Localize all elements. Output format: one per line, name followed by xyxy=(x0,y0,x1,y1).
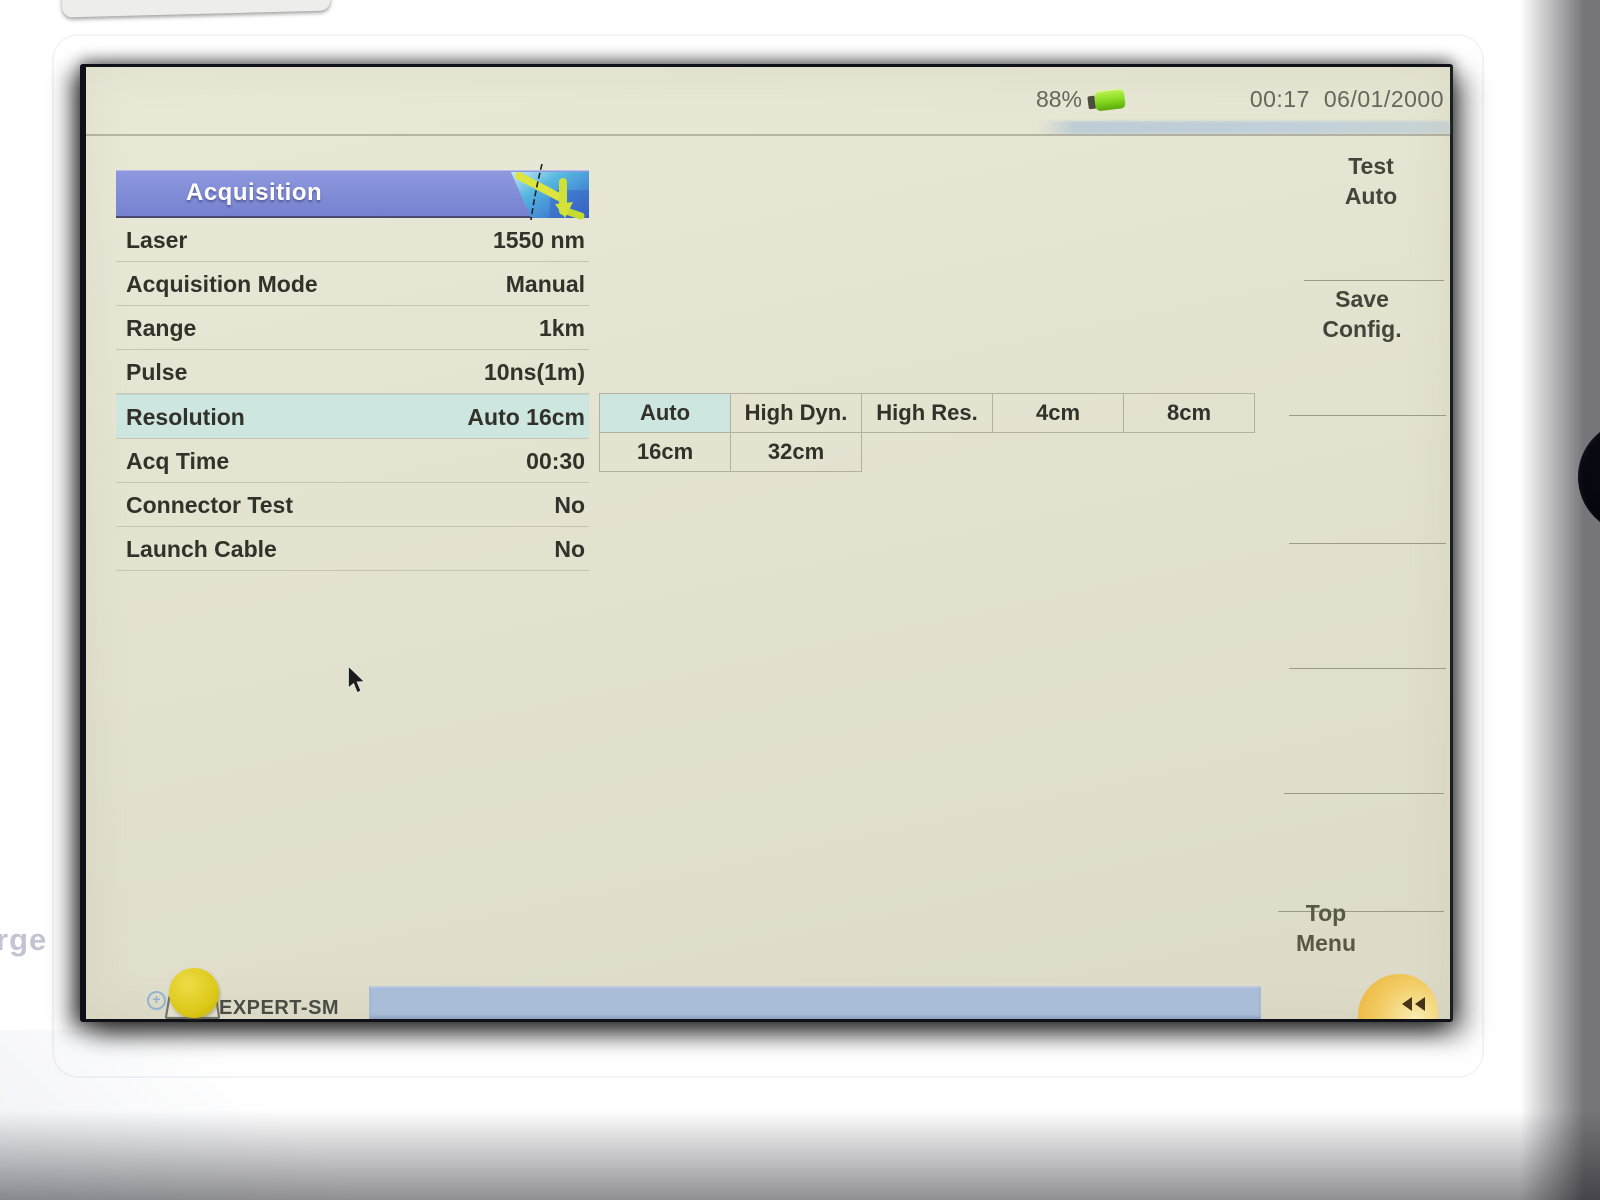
setting-label: Range xyxy=(126,315,197,341)
setting-label: Pulse xyxy=(126,359,188,385)
setting-label: Launch Cable xyxy=(126,536,277,562)
softkey-divider xyxy=(1284,793,1444,794)
taskbar-progress-strip xyxy=(369,986,1261,1019)
setting-value: 10ns(1m) xyxy=(484,359,585,385)
setting-value: 1550 nm xyxy=(492,227,585,253)
setting-value: 1km xyxy=(538,315,585,341)
time-text: 00:17 xyxy=(1249,86,1310,112)
resolution-options: Auto High Dyn. High Res. 4cm 8cm 16cm 32… xyxy=(599,393,1255,472)
softkey-divider xyxy=(1289,668,1446,669)
option-4cm[interactable]: 4cm xyxy=(992,393,1124,433)
option-8cm[interactable]: 8cm xyxy=(1123,393,1255,433)
option-16cm[interactable]: 16cm xyxy=(599,432,731,472)
softkey-line: Top xyxy=(1305,900,1347,926)
softkey-line: Save xyxy=(1335,286,1389,312)
softkey-divider xyxy=(1304,280,1444,281)
date-text: 06/01/2000 xyxy=(1323,86,1444,112)
device-bezel: rge 88% 00:17 06/01/2000 Acquisition Las… xyxy=(0,0,1600,1200)
setting-value: Auto 16cm xyxy=(467,404,585,430)
mouse-cursor xyxy=(347,665,366,694)
screen: 88% 00:17 06/01/2000 Acquisition Laser 1… xyxy=(80,64,1453,1022)
softkey-top-menu[interactable]: Top Menu xyxy=(1241,898,1411,958)
option-high-res[interactable]: High Res. xyxy=(861,393,993,433)
bezel-charge-label: rge xyxy=(0,922,48,957)
setting-row-laser[interactable]: Laser 1550 nm xyxy=(116,218,589,262)
acquisition-header: Acquisition xyxy=(116,164,589,221)
setting-row-range[interactable]: Range 1km xyxy=(116,306,589,350)
battery-icon xyxy=(1087,88,1129,115)
status-glow xyxy=(1038,121,1450,134)
setting-label: Acq Time xyxy=(126,448,230,474)
setting-label: Connector Test xyxy=(126,492,293,518)
resolution-options-row2: 16cm 32cm xyxy=(599,432,1255,472)
otdr-trace-icon xyxy=(511,164,589,221)
setting-row-launch-cable[interactable]: Launch Cable No xyxy=(116,527,589,571)
softkey-divider xyxy=(1289,415,1446,416)
setting-label: Acquisition Mode xyxy=(126,271,318,297)
trace-file-badge[interactable] xyxy=(169,968,219,1018)
panel-title: Acquisition xyxy=(186,179,323,206)
setting-value: No xyxy=(554,492,585,518)
setting-label: Laser xyxy=(126,227,188,253)
bezel-right-shadow xyxy=(1520,0,1600,1200)
setting-row-pulse[interactable]: Pulse 10ns(1m) xyxy=(116,350,589,394)
bezel-bottom-shadow xyxy=(0,1110,1600,1200)
option-32cm[interactable]: 32cm xyxy=(730,432,862,472)
softkey-divider xyxy=(1289,543,1446,544)
softkey-line: Auto xyxy=(1344,183,1398,209)
setting-row-connector-test[interactable]: Connector Test No xyxy=(116,483,589,527)
softkey-test-auto[interactable]: Test Auto xyxy=(1286,151,1456,211)
softkey-line: Test xyxy=(1348,153,1394,179)
setting-value: 00:30 xyxy=(526,448,585,474)
acquisition-panel: Acquisition Laser 1550 nm Acquisition Mo… xyxy=(116,164,589,571)
taskbar-file-label[interactable]: EXPERT-SM xyxy=(219,997,339,1020)
rewind-icon xyxy=(1402,997,1425,1011)
minimize-corner-button[interactable] xyxy=(1358,974,1438,1019)
status-divider xyxy=(86,134,1450,136)
setting-value: No xyxy=(554,536,585,562)
setting-value: Manual xyxy=(505,271,585,297)
softkey-line: Config. xyxy=(1322,316,1402,342)
option-auto[interactable]: Auto xyxy=(599,393,731,433)
clock: 00:17 06/01/2000 xyxy=(1236,86,1444,113)
top-sticker xyxy=(61,0,331,18)
setting-row-resolution[interactable]: Resolution Auto 16cm xyxy=(116,394,589,439)
battery-percent: 88% xyxy=(1035,86,1082,112)
setting-row-acq-time[interactable]: Acq Time 00:30 xyxy=(116,439,589,483)
softkey-save-config[interactable]: Save Config. xyxy=(1277,284,1447,344)
option-high-dyn[interactable]: High Dyn. xyxy=(730,393,862,433)
setting-label: Resolution xyxy=(126,404,245,430)
resolution-options-row1: Auto High Dyn. High Res. 4cm 8cm xyxy=(599,393,1255,433)
setting-row-acquisition-mode[interactable]: Acquisition Mode Manual xyxy=(116,262,589,306)
softkey-line: Menu xyxy=(1295,930,1357,956)
